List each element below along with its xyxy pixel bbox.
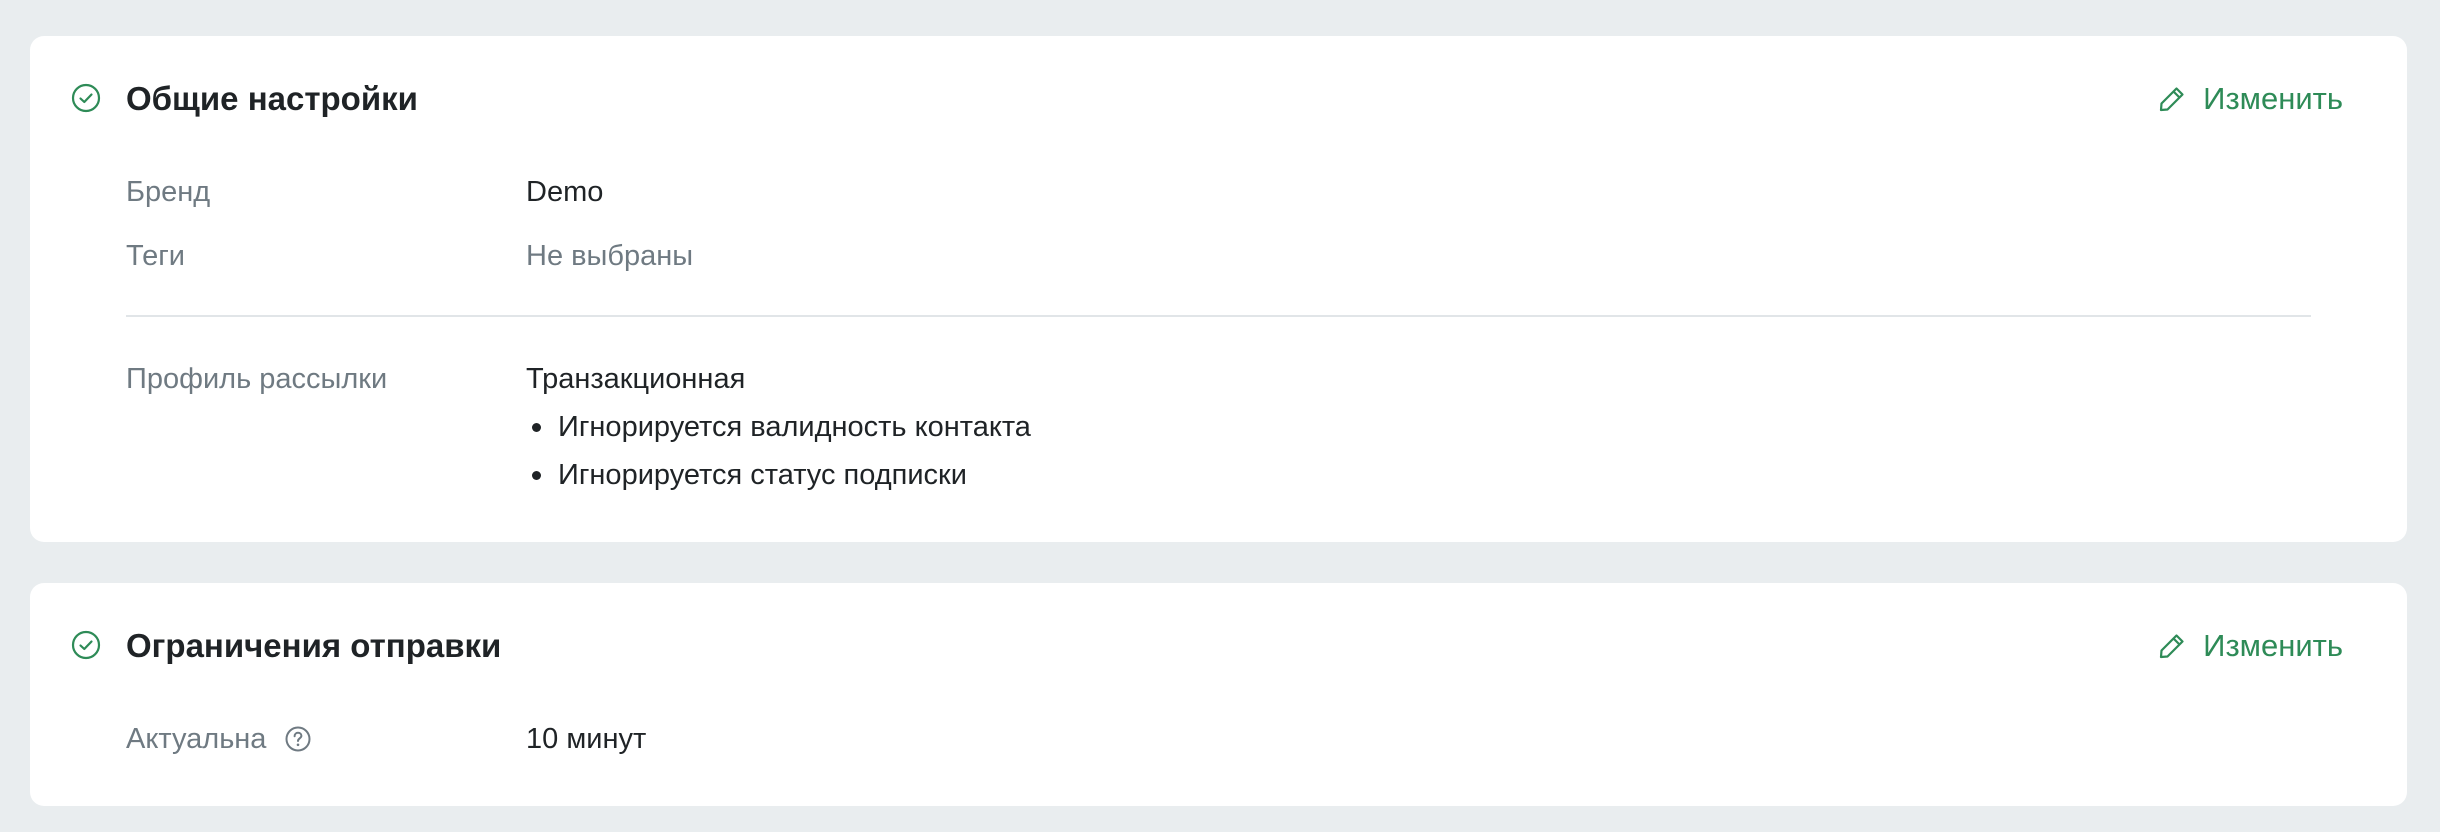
mailing-profile-label: Профиль рассылки xyxy=(126,363,388,395)
sending-limits-header: Ограничения отправки Изменить xyxy=(30,583,2407,711)
brand-value: Demo xyxy=(526,176,604,208)
sending-limits-title: Ограничения отправки xyxy=(126,627,502,664)
relevance-label-group: Актуальна xyxy=(126,720,312,758)
question-circle-icon[interactable] xyxy=(284,725,312,753)
mailing-profile-list: Игнорируется валидность контакта Игнорир… xyxy=(526,408,1031,494)
brand-label: Бренд xyxy=(126,176,211,208)
general-settings-header: Общие настройки Изменить xyxy=(30,36,2407,164)
sending-limits-edit-button[interactable]: Изменить xyxy=(2157,621,2343,671)
edit-button-label: Изменить xyxy=(2203,81,2343,116)
list-item: Игнорируется валидность контакта xyxy=(526,408,1031,446)
pencil-icon xyxy=(2160,634,2184,659)
sending-limits-card: Ограничения отправки Изменить Актуальна … xyxy=(30,583,2407,806)
section-divider xyxy=(126,315,2311,317)
relevance-label: Актуальна xyxy=(126,723,267,755)
check-circle-icon xyxy=(71,83,101,113)
general-settings-card: Общие настройки Изменить Бренд Demo Теги… xyxy=(30,36,2407,542)
mailing-profile-value: Транзакционная xyxy=(526,363,746,395)
tags-label: Теги xyxy=(126,240,185,272)
check-circle-icon xyxy=(71,630,101,660)
bullet-dot xyxy=(532,423,541,432)
tags-value: Не выбраны xyxy=(526,240,694,272)
edit-button-label: Изменить xyxy=(2203,628,2343,663)
list-item: Игнорируется статус подписки xyxy=(526,456,1031,494)
general-settings-title: Общие настройки xyxy=(126,80,418,117)
bullet-dot xyxy=(532,471,541,480)
general-settings-edit-button[interactable]: Изменить xyxy=(2157,74,2343,124)
pencil-icon xyxy=(2160,87,2184,112)
mailing-profile-value-block: Транзакционная Игнорируется валидность к… xyxy=(526,360,1031,494)
relevance-value: 10 минут xyxy=(526,723,647,755)
